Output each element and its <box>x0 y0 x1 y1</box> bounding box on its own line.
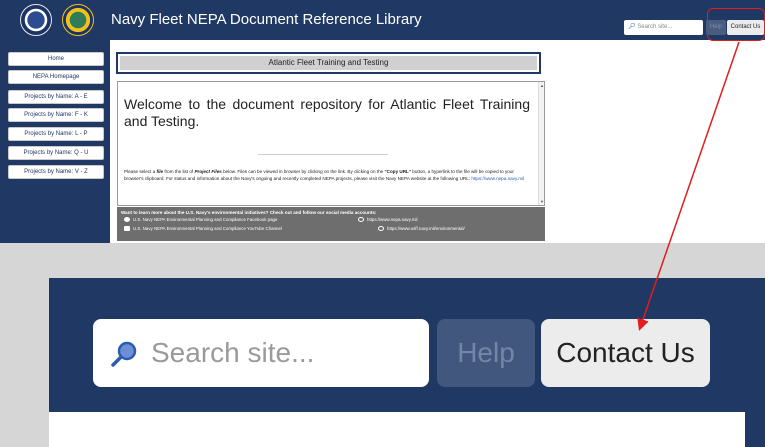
callout-arrow <box>637 41 740 331</box>
annotated-screenshot: Navy Fleet NEPA Document Reference Libra… <box>0 0 765 447</box>
